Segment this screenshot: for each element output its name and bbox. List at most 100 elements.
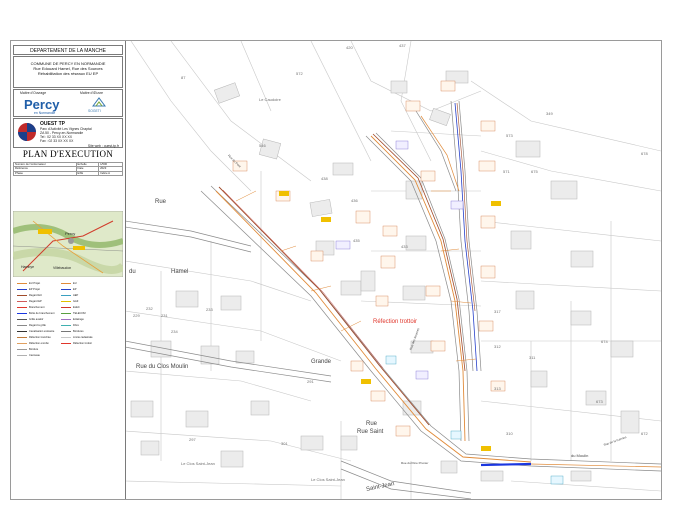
parcel-number: 546	[259, 143, 266, 148]
table-cell: Phase	[13, 170, 77, 177]
legend-item: Réfection trottoir	[61, 341, 92, 346]
plan-title-box: PLAN D'EXECUTION	[13, 149, 123, 161]
legend-item: EU Projet	[17, 281, 40, 286]
project: Réhabilitation des réseaux EU EP	[37, 71, 99, 76]
legend-item: Regard EU	[17, 293, 42, 298]
parcel-number: 313	[494, 386, 501, 391]
parcel-number: 571	[503, 169, 510, 174]
parcel-number: 573	[506, 133, 513, 138]
engineer-logo: SOGETI	[88, 109, 101, 113]
company-fax: Fax : 02 33 XX XX XX	[40, 139, 74, 143]
engineer-caption: Maître d'Œuvre	[80, 91, 104, 95]
minimap-label: Hambye	[21, 265, 34, 269]
department: DEPARTEMENT DE LA MANCHE	[30, 48, 106, 54]
parcel-number: 234	[171, 329, 178, 334]
project-box: COMMUNE DE PERCY EN NORMANDIE Rue Edouar…	[13, 56, 123, 88]
legend: EU Projet EP Projet Regard EU Regard EP …	[13, 281, 123, 421]
parcel-boundaries	[124, 41, 661, 499]
legend-item: EP Projet	[17, 287, 40, 292]
parcel-number: 678	[641, 151, 648, 156]
table-cell: EXE	[75, 170, 100, 177]
legend-item: Réfection enrobé	[17, 341, 49, 346]
parcel-number: 297	[189, 437, 196, 442]
legend-item: Caniveau	[17, 353, 40, 358]
parcel-number: 301	[281, 441, 288, 446]
parcel-number: 674	[601, 339, 608, 344]
parcel-number: 420	[346, 45, 353, 50]
logos-box: Maître d'Ouvrage Maître d'Œuvre Percy en…	[13, 89, 123, 117]
parcel-number: 572	[296, 71, 303, 76]
legend-item: AEP	[61, 293, 78, 298]
company-box: OUEST TP Parc d'Activité Les Vignes Chap…	[13, 118, 123, 148]
street-label: Grande	[311, 359, 332, 365]
legend-item: Bordures	[61, 329, 84, 334]
parcel-number: 672	[641, 431, 648, 436]
engineer-logo-mark	[92, 97, 106, 107]
street-label: Hamel	[171, 269, 189, 275]
buildings	[130, 70, 640, 482]
network-lines	[215, 102, 661, 468]
table-cell: Indice A	[98, 170, 123, 177]
parcel-number: 317	[494, 309, 501, 314]
road-edges	[124, 100, 661, 499]
parcel-number: 675	[531, 169, 538, 174]
legend-item: Regard EP	[17, 299, 42, 304]
legend-item: Branchement	[17, 305, 44, 310]
street-label: Rue du Père Prunier	[401, 461, 429, 465]
locality-label: Le Clos Saint-Jean	[181, 461, 215, 466]
parcel-number: 673	[596, 399, 603, 404]
parcel-number: 438	[321, 176, 328, 181]
parcel-number: 312	[494, 344, 501, 349]
parcel-number: 229	[133, 313, 140, 318]
locality-label: Le Caudoire	[259, 97, 281, 102]
refection-trottoir-annotation: Réfection trottoir	[373, 319, 418, 325]
street-label: du	[129, 269, 136, 275]
minimap-label: Villebaudon	[53, 266, 71, 270]
parcel-number: 291	[307, 379, 314, 384]
owner-logo-sub: en Normandie	[34, 111, 56, 115]
info-table: Numéro de l'ordonnateur Échelle 1/500 Ré…	[13, 161, 123, 177]
legend-item: Fibre	[61, 323, 79, 328]
legend-item: ELEC	[61, 305, 80, 310]
parcel-number: 436	[351, 198, 358, 203]
parcel-number: 435	[353, 238, 360, 243]
owner-caption: Maître d'Ouvrage	[20, 91, 47, 95]
legend-item: EP	[61, 287, 76, 292]
street-label: du Moulin	[571, 453, 589, 458]
parcel-number: 437	[399, 43, 406, 48]
company-website: Site web : ouest-tp.fr	[87, 144, 119, 148]
parcel-number: 87	[181, 75, 186, 80]
legend-item: GAZ	[61, 299, 78, 304]
parcel-number: 349	[546, 111, 553, 116]
parcel-number: 311	[529, 355, 536, 360]
company-logo-icon	[18, 123, 36, 141]
plan-title: PLAN D'EXECUTION	[22, 149, 114, 159]
legend-item: Eclairage	[61, 317, 84, 322]
parcel-number: 232	[146, 306, 153, 311]
legend-item: Canalisation existante	[17, 329, 54, 334]
legend-item: Grille avaloir	[17, 317, 43, 322]
minimap-label: Percy	[65, 231, 75, 236]
parcel-number: 310	[506, 431, 513, 436]
table-row: Phase EXE Indice A	[13, 170, 123, 177]
location-minimap[interactable]: Percy Hambye Villebaudon	[13, 211, 123, 277]
street-label: Rue Saint	[357, 429, 384, 435]
legend-item: Bordure	[17, 347, 38, 352]
plan-sheet: 420 437 87 572 546 438 436 435 433 317 3…	[10, 40, 662, 500]
street-label: Rue	[366, 421, 378, 427]
title-block: DEPARTEMENT DE LA MANCHE COMMUNE DE PERC…	[11, 41, 126, 499]
legend-item: TELECOM	[61, 311, 86, 316]
locality-label: Le Clos Saint-Jean	[311, 477, 345, 482]
street-label: Rue du Clos Moulin	[136, 364, 189, 370]
legend-item: EU	[61, 281, 77, 286]
parcel-number: 231	[161, 313, 168, 318]
parcel-number: 233	[206, 307, 213, 312]
legend-item: Regard à grille	[17, 323, 46, 328]
legend-item: Limite cadastrale	[61, 335, 93, 340]
department-box: DEPARTEMENT DE LA MANCHE	[13, 45, 123, 55]
legend-item: Réfection tranchée	[17, 335, 51, 340]
parcel-number: 433	[401, 244, 408, 249]
info-table-box: Numéro de l'ordonnateur Échelle 1/500 Ré…	[13, 161, 123, 202]
street-label: Rue	[155, 199, 167, 205]
owner-logo: Percy	[24, 97, 60, 112]
